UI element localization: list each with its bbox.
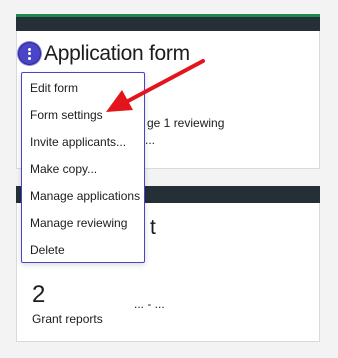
annotation-arrow-icon	[106, 59, 205, 112]
